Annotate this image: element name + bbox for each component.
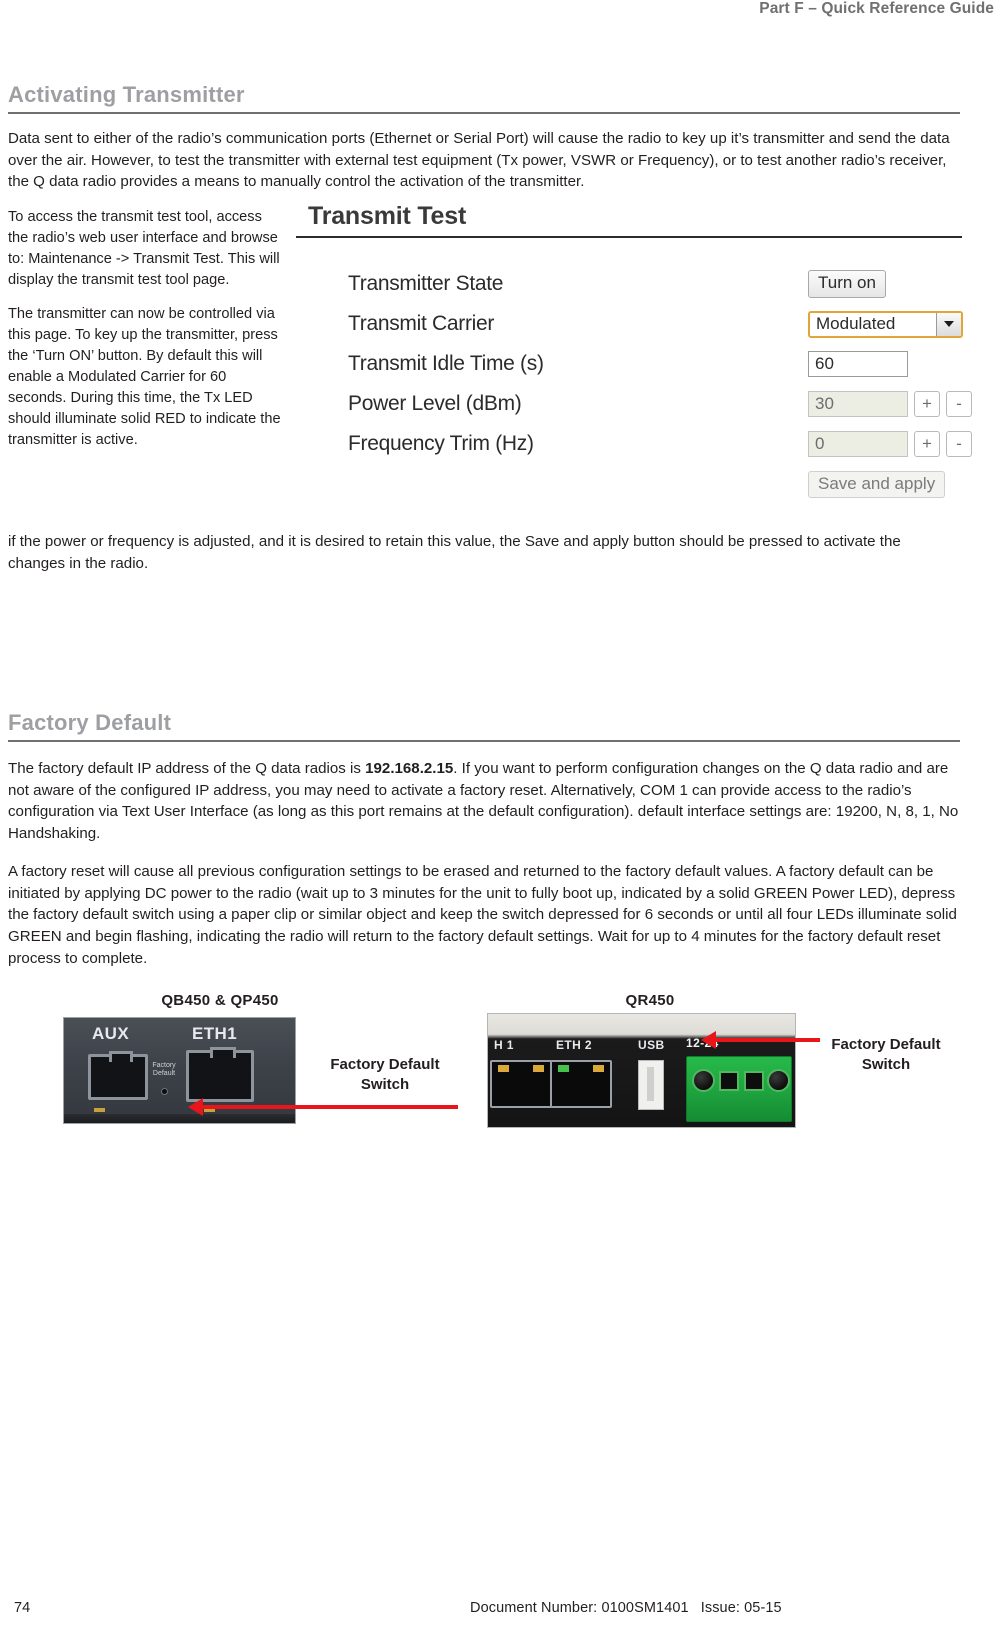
document-number: Document Number: 0100SM1401 bbox=[470, 1600, 689, 1616]
row-power-level: Power Level (dBm) 30 + - bbox=[296, 384, 972, 424]
control-frequency-trim: 0 + - bbox=[808, 431, 972, 457]
callout-arrow-right-head-icon bbox=[701, 1031, 716, 1049]
chevron-down-icon[interactable] bbox=[936, 312, 961, 336]
callout-arrow-left-head-icon bbox=[188, 1098, 203, 1116]
control-transmitter-state: Turn on bbox=[808, 270, 886, 298]
frequency-trim-increment-button[interactable]: + bbox=[914, 431, 940, 457]
transmit-test-rows: Transmitter State Turn on Transmit Carri… bbox=[296, 264, 972, 498]
led-indicator-icon bbox=[558, 1065, 569, 1072]
transmit-carrier-select[interactable]: Modulated bbox=[808, 310, 963, 338]
label-transmit-idle-time: Transmit Idle Time (s) bbox=[348, 352, 544, 375]
photo-label-factory-default: Factory Default bbox=[152, 1062, 176, 1078]
transmitter-control-paragraph: The transmitter can now be controlled vi… bbox=[8, 306, 281, 448]
transmit-idle-time-input[interactable]: 60 bbox=[808, 351, 908, 377]
row-transmitter-state: Transmitter State Turn on bbox=[296, 264, 962, 304]
row-transmit-idle-time: Transmit Idle Time (s) 60 bbox=[296, 344, 962, 384]
led-indicator-icon bbox=[593, 1065, 604, 1072]
left-text-column: To access the transmit test tool, access… bbox=[8, 207, 282, 450]
terminal-contact-icon bbox=[719, 1071, 739, 1091]
save-and-apply-note-paragraph: if the power or frequency is adjusted, a… bbox=[8, 533, 901, 572]
power-level-decrement-button[interactable]: - bbox=[946, 391, 972, 417]
running-header: Part F – Quick Reference Guide bbox=[759, 0, 994, 17]
row-save-and-apply: Save and apply bbox=[296, 464, 962, 498]
callout-factory-default-switch-left: Factory Default Switch bbox=[330, 1056, 440, 1093]
transmit-test-divider bbox=[296, 236, 962, 238]
frequency-trim-decrement-button[interactable]: - bbox=[946, 431, 972, 457]
rj45-eth1-port-icon bbox=[490, 1060, 552, 1108]
activating-intro-paragraph: Data sent to either of the radio’s commu… bbox=[8, 130, 950, 191]
photo-label-eth1: ETH1 bbox=[192, 1024, 238, 1043]
photo-label-eth2: ETH 2 bbox=[556, 1038, 593, 1052]
page-number: 74 bbox=[14, 1600, 31, 1616]
access-tool-paragraph: To access the transmit test tool, access… bbox=[8, 209, 280, 288]
callout-factory-default-switch-right: Factory Default Switch bbox=[831, 1036, 941, 1073]
control-save-and-apply: Save and apply bbox=[808, 464, 946, 498]
callout-arrow-left-line bbox=[200, 1105, 458, 1109]
control-transmit-carrier: Modulated bbox=[808, 310, 963, 338]
factory-ip-lead-text: The factory default IP address of the Q … bbox=[8, 760, 366, 777]
page-footer: 74 Document Number: 0100SM1401 Issue: 05-… bbox=[0, 1600, 1004, 1616]
terminal-contact-icon bbox=[744, 1071, 764, 1091]
rj45-eth2-port-icon bbox=[550, 1060, 612, 1108]
figure-caption-qb450-qp450: QB450 & QP450 bbox=[161, 992, 279, 1009]
power-level-input[interactable]: 30 bbox=[808, 391, 908, 417]
terminal-screw-icon bbox=[767, 1069, 790, 1092]
factory-default-paragraph-1: The factory default IP address of the Q … bbox=[8, 758, 968, 845]
photo-label-usb: USB bbox=[638, 1038, 665, 1052]
transmit-test-screenshot: Transmit Test Transmitter State Turn on … bbox=[296, 202, 972, 522]
transmit-test-title: Transmit Test bbox=[308, 202, 467, 230]
power-level-increment-button[interactable]: + bbox=[914, 391, 940, 417]
rj45-aux-port-icon bbox=[88, 1051, 148, 1100]
section-heading-factory-default: Factory Default bbox=[8, 710, 960, 742]
terminal-screw-icon bbox=[692, 1069, 715, 1092]
section-heading-activating-transmitter: Activating Transmitter bbox=[8, 82, 960, 114]
photo-bottom-strip bbox=[64, 1114, 295, 1123]
label-transmit-carrier: Transmit Carrier bbox=[348, 312, 495, 335]
photo-label-aux: AUX bbox=[92, 1024, 130, 1043]
photo-qr450-front-panel: H 1 ETH 2 USB 12-24 bbox=[487, 1013, 796, 1128]
transmit-carrier-selected-value: Modulated bbox=[816, 314, 896, 333]
label-frequency-trim: Frequency Trim (Hz) bbox=[348, 432, 534, 455]
label-transmitter-state: Transmitter State bbox=[348, 272, 504, 295]
led-indicator-icon bbox=[498, 1065, 509, 1072]
figure-caption-qr450: QR450 bbox=[625, 992, 675, 1009]
led-indicator-icon bbox=[94, 1108, 105, 1112]
frequency-trim-input[interactable]: 0 bbox=[808, 431, 908, 457]
rj45-notch-icon bbox=[210, 1047, 236, 1058]
factory-default-paragraph-2: A factory reset will cause all previous … bbox=[8, 863, 957, 967]
save-and-apply-button[interactable]: Save and apply bbox=[808, 471, 946, 498]
power-terminal-block-icon bbox=[686, 1056, 792, 1122]
led-indicator-icon bbox=[533, 1065, 544, 1072]
rj45-eth1-port-icon bbox=[186, 1047, 254, 1102]
document-page: Part F – Quick Reference Guide Activatin… bbox=[0, 0, 1004, 1637]
usb-port-icon bbox=[638, 1060, 664, 1110]
photo-label-eth1: H 1 bbox=[494, 1038, 514, 1052]
document-meta: Document Number: 0100SM1401 Issue: 05-15 bbox=[470, 1600, 782, 1616]
control-transmit-idle-time: 60 bbox=[808, 351, 908, 377]
rj45-notch-icon bbox=[109, 1051, 133, 1062]
factory-default-switch-hole-icon bbox=[161, 1088, 168, 1095]
factory-default-ip-address: 192.168.2.15 bbox=[365, 760, 454, 777]
callout-arrow-right-line bbox=[716, 1038, 820, 1042]
row-transmit-carrier: Transmit Carrier Modulated bbox=[296, 304, 963, 344]
label-power-level: Power Level (dBm) bbox=[348, 392, 522, 415]
control-power-level: 30 + - bbox=[808, 391, 972, 417]
turn-on-button[interactable]: Turn on bbox=[808, 270, 886, 298]
row-frequency-trim: Frequency Trim (Hz) 0 + - bbox=[296, 424, 972, 464]
document-issue: Issue: 05-15 bbox=[700, 1600, 782, 1616]
